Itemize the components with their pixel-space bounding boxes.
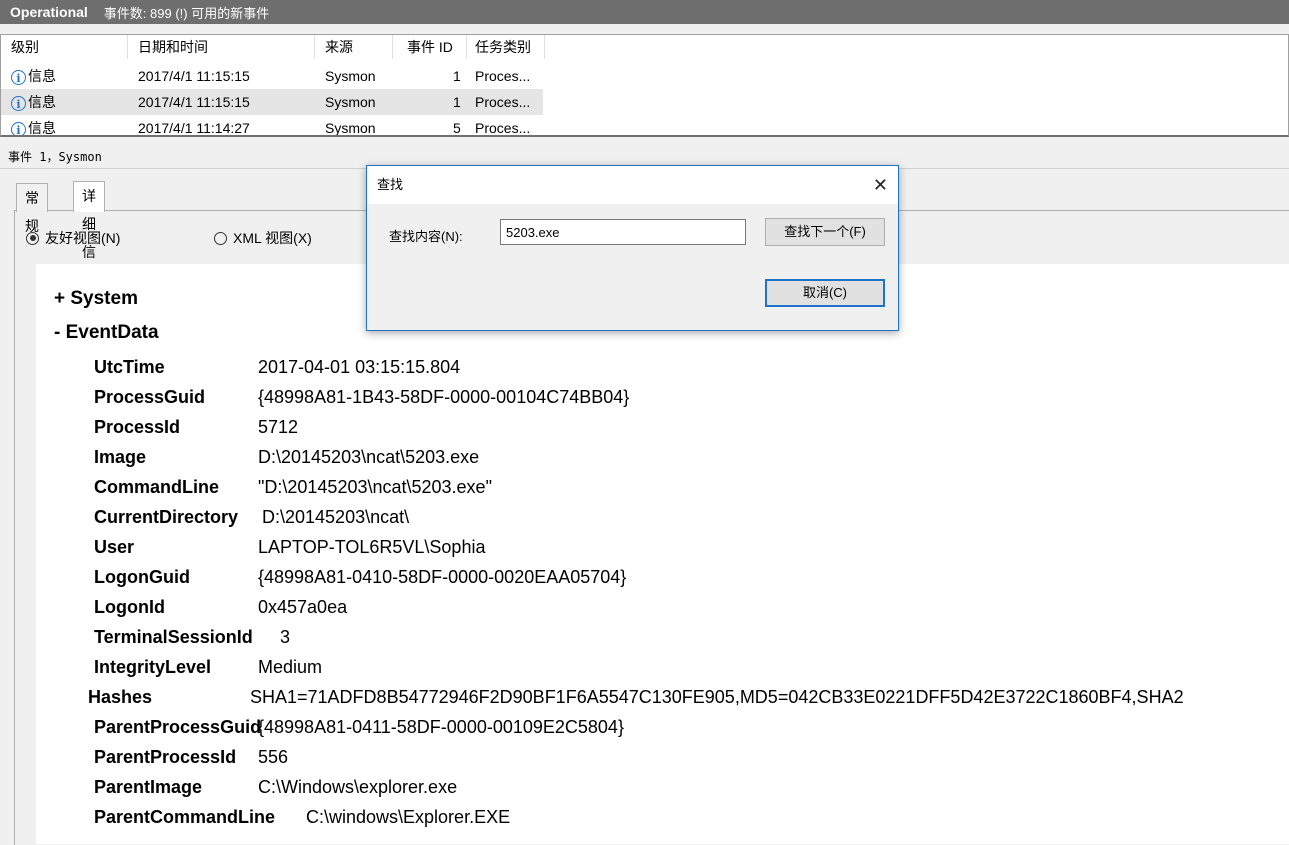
xml-view-radio[interactable]: XML 视图(X) (214, 228, 312, 248)
field-key: CommandLine (94, 477, 220, 497)
find-dialog: 查找 ✕ 查找内容(N): 查找下一个(F) 取消(C) (366, 165, 899, 331)
field-value: D:\20145203\ncat\ (262, 507, 410, 527)
row-source: Sysmon (325, 68, 376, 84)
field-key: LogonId (94, 597, 165, 617)
friendly-view-label: 友好视图(N) (45, 230, 121, 246)
table-row[interactable]: i 信息 2017/4/1 11:15:15 Sysmon 1 Proces... (1, 63, 543, 89)
row-source: Sysmon (325, 120, 376, 136)
event-list-header: 级别 日期和时间 来源 事件 ID 任务类别 (1, 35, 545, 59)
field-value: 556 (258, 747, 289, 767)
section-system[interactable]: + System (54, 288, 138, 310)
field-key: ProcessGuid (94, 387, 206, 407)
column-header-level[interactable]: 级别 (1, 35, 128, 59)
field-key: ParentImage (94, 777, 203, 797)
row-source: Sysmon (325, 94, 376, 110)
row-event-id: 1 (453, 68, 461, 84)
log-titlebar: Operational 事件数: 899 (!) 可用的新事件 (0, 0, 1289, 24)
table-row[interactable]: i 信息 2017/4/1 11:14:27 Sysmon 5 Proces... (1, 115, 543, 136)
field-value: 5712 (258, 417, 299, 437)
row-datetime: 2017/4/1 11:14:27 (138, 120, 250, 136)
field-key: UtcTime (94, 357, 165, 377)
row-level: 信息 (28, 120, 56, 136)
field-value: C:\Windows\explorer.exe (258, 777, 458, 797)
column-header-source[interactable]: 来源 (315, 35, 393, 59)
field-key: Hashes (88, 687, 153, 707)
row-task: Proces... (475, 68, 531, 84)
field-value: {48998A81-0410-58DF-0000-0020EAA05704} (258, 567, 627, 587)
field-value: Medium (258, 657, 323, 677)
row-task: Proces... (475, 120, 531, 136)
field-key: ParentProcessGuid (94, 717, 262, 737)
friendly-view-radio[interactable]: 友好视图(N) (26, 228, 120, 248)
field-key: ParentProcessId (94, 747, 237, 767)
find-what-input[interactable] (500, 219, 746, 245)
field-value: 2017-04-01 03:15:15.804 (258, 357, 461, 377)
field-key: ProcessId (94, 417, 181, 437)
field-key: Image (94, 447, 147, 467)
find-next-button[interactable]: 查找下一个(F) (765, 218, 885, 246)
row-datetime: 2017/4/1 11:15:15 (138, 94, 250, 110)
row-event-id: 1 (453, 94, 461, 110)
close-icon[interactable]: ✕ (873, 166, 888, 204)
log-summary: 事件数: 899 (!) 可用的新事件 (103, 5, 270, 21)
row-datetime: 2017/4/1 11:15:15 (138, 68, 250, 84)
field-value: C:\windows\Explorer.EXE (306, 807, 511, 827)
field-key: TerminalSessionId (94, 627, 253, 647)
field-key: User (94, 537, 135, 557)
column-header-task[interactable]: 任务类别 (467, 35, 545, 59)
field-value: D:\20145203\ncat\5203.exe (258, 447, 480, 467)
friendly-view-content: + System - EventData UtcTime 2017-04-01 0… (36, 264, 1289, 844)
field-value: "D:\20145203\ncat\5203.exe" (258, 477, 492, 497)
field-key: IntegrityLevel (94, 657, 212, 677)
row-event-id: 5 (453, 120, 461, 136)
column-header-event-id[interactable]: 事件 ID (393, 35, 467, 59)
log-name: Operational (10, 4, 88, 20)
field-key: CurrentDirectory (94, 507, 239, 527)
find-dialog-titlebar[interactable]: 查找 ✕ (367, 166, 898, 204)
table-row[interactable]: i 信息 2017/4/1 11:15:15 Sysmon 1 Proces... (1, 89, 543, 115)
field-key: LogonGuid (94, 567, 190, 587)
event-list[interactable]: 级别 日期和时间 来源 事件 ID 任务类别 i 信息 2017/4/1 11:1… (0, 34, 1289, 137)
field-key: ParentCommandLine (94, 807, 276, 827)
row-task: Proces... (475, 94, 531, 110)
field-value: {48998A81-1B43-58DF-0000-00104C74BB04} (258, 387, 630, 407)
info-icon: i (11, 69, 26, 85)
tab-general[interactable]: 常规 (16, 183, 48, 234)
row-level: 信息 (28, 68, 56, 84)
field-value: {48998A81-0411-58DF-0000-00109E2C5804} (258, 717, 624, 737)
radio-selected-icon (26, 231, 39, 245)
find-dialog-title: 查找 (377, 177, 404, 192)
tab-details[interactable]: 详细信息 (73, 181, 105, 288)
info-icon: i (11, 121, 26, 135)
radio-unselected-icon (214, 231, 227, 245)
field-value: 0x457a0ea (258, 597, 348, 617)
xml-view-label: XML 视图(X) (233, 230, 312, 246)
info-icon: i (11, 95, 26, 111)
field-value: SHA1=71ADFD8B54772946F2D90BF1F6A5547C130… (250, 687, 1184, 707)
cancel-button[interactable]: 取消(C) (765, 279, 885, 307)
row-level: 信息 (28, 94, 56, 110)
find-what-label: 查找内容(N): (389, 229, 463, 244)
section-eventdata[interactable]: - EventData (54, 322, 159, 344)
field-value: LAPTOP-TOL6R5VL\Sophia (258, 537, 486, 557)
field-value: 3 (280, 627, 291, 647)
column-header-datetime[interactable]: 日期和时间 (128, 35, 315, 59)
